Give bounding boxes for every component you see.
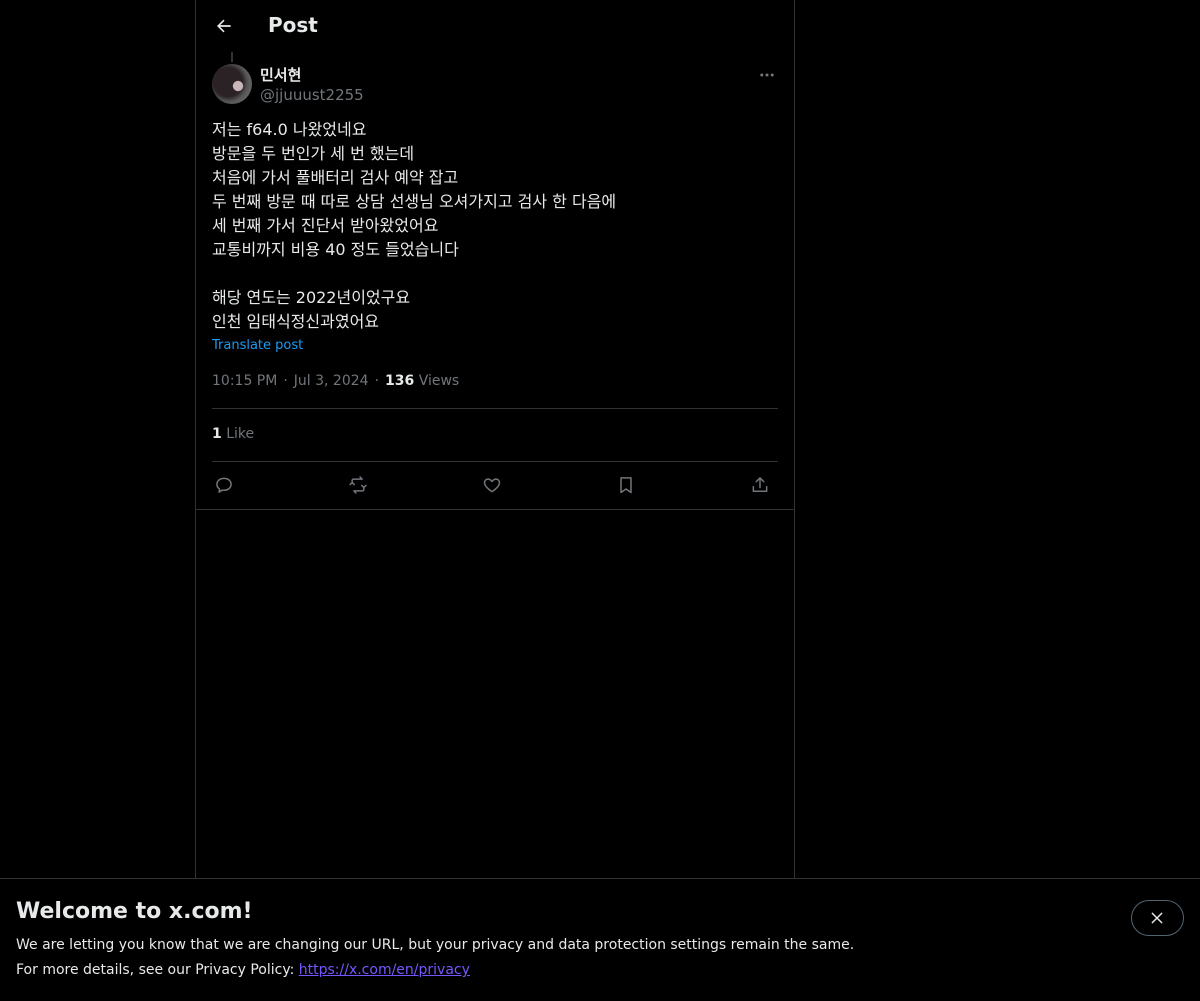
arrow-left-icon xyxy=(217,19,231,33)
banner-message: We are letting you know that we are chan… xyxy=(16,937,855,953)
divider xyxy=(212,461,778,462)
main-column: Post 민서현 @jjuuust2255 저는 f64.0 나왔었네요 방문을… xyxy=(195,0,795,1000)
welcome-banner: Welcome to x.com! We are letting you kno… xyxy=(0,878,1200,1001)
likes-summary[interactable]: 1 Like xyxy=(212,426,254,442)
repost-button[interactable] xyxy=(346,473,370,497)
author-name[interactable]: 민서현 xyxy=(260,64,301,85)
divider xyxy=(196,509,794,510)
repost-icon xyxy=(349,476,367,494)
banner-policy-text: For more details, see our Privacy Policy… xyxy=(16,962,299,978)
privacy-policy-link[interactable]: https://x.com/en/privacy xyxy=(299,962,470,978)
post-time[interactable]: 10:15 PM xyxy=(212,373,277,389)
more-options-button[interactable] xyxy=(758,66,780,84)
views-count: 136 xyxy=(385,373,415,389)
avatar[interactable] xyxy=(212,64,252,104)
post-text-line: 교통비까지 비용 40 정도 들었습니다 xyxy=(212,240,459,259)
share-icon xyxy=(752,477,768,492)
likes-label: Like xyxy=(226,426,255,442)
heart-icon xyxy=(483,478,501,493)
header-bar: Post xyxy=(196,0,794,53)
post-text: 저는 f64.0 나왔었네요 방문을 두 번인가 세 번 했는데 처음에 가서 … xyxy=(212,118,772,334)
translate-post-link[interactable]: Translate post xyxy=(212,338,303,353)
post-text-line: 두 번째 방문 때 따로 상담 선생님 오셔가지고 검사 한 다음에 xyxy=(212,192,617,211)
post-date[interactable]: Jul 3, 2024 xyxy=(294,373,369,389)
post-text-line: 저는 f64.0 나왔었네요 xyxy=(212,120,367,139)
action-bar xyxy=(212,473,778,497)
post-text-line xyxy=(212,262,772,286)
reply-icon xyxy=(216,477,232,493)
reply-button[interactable] xyxy=(212,473,236,497)
close-icon xyxy=(1151,912,1163,924)
meta-separator: · xyxy=(283,373,288,389)
post-text-line: 해당 연도는 2022년이었구요 xyxy=(212,288,411,307)
post-text-line: 처음에 가서 풀배터리 검사 예약 잡고 xyxy=(212,168,459,187)
banner-title: Welcome to x.com! xyxy=(16,899,253,924)
close-banner-button[interactable] xyxy=(1131,900,1184,936)
meta-separator: · xyxy=(374,373,380,389)
banner-policy-line: For more details, see our Privacy Policy… xyxy=(16,962,470,978)
author-handle[interactable]: @jjuuust2255 xyxy=(260,86,364,104)
back-button[interactable] xyxy=(212,14,236,38)
like-button[interactable] xyxy=(480,473,504,497)
likes-count: 1 xyxy=(212,426,222,442)
post-text-line: 세 번째 가서 진단서 받아왔었어요 xyxy=(212,216,439,235)
views-label: Views xyxy=(418,373,460,389)
post-text-line: 방문을 두 번인가 세 번 했는데 xyxy=(212,144,415,163)
bookmark-icon xyxy=(620,477,632,494)
page-title: Post xyxy=(268,13,318,37)
post-text-line: 인천 임태식정신과였어요 xyxy=(212,312,380,331)
divider xyxy=(212,408,778,409)
more-icon xyxy=(760,73,774,77)
post-meta: 10:15 PM · Jul 3, 2024 · 136 Views xyxy=(212,373,459,389)
share-button[interactable] xyxy=(748,473,772,497)
bookmark-button[interactable] xyxy=(614,473,638,497)
thread-connector xyxy=(231,52,233,62)
